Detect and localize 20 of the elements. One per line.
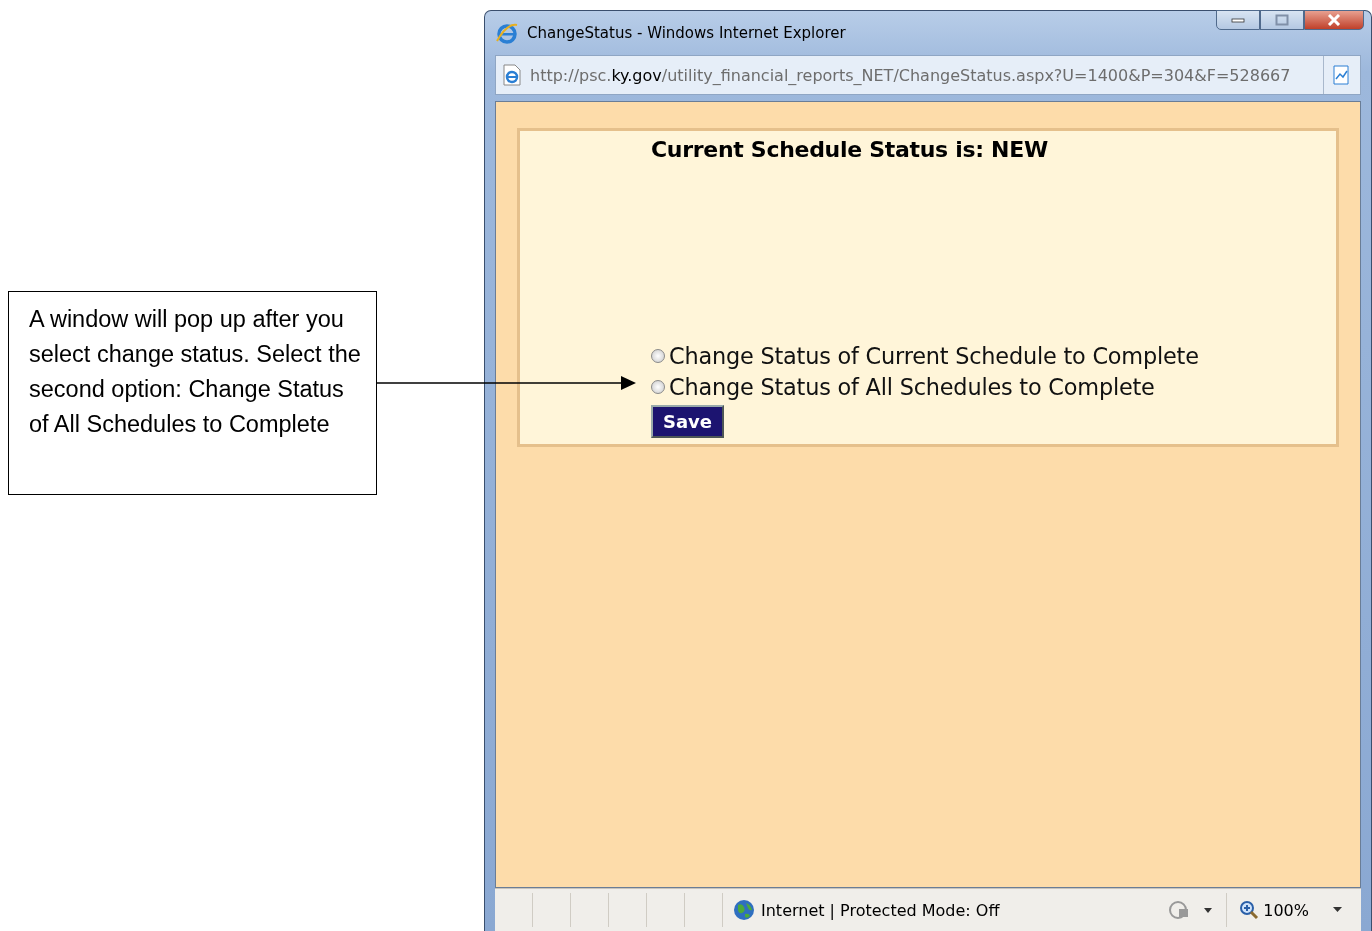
zoom-level[interactable]: 100%	[1263, 900, 1309, 920]
window-title: ChangeStatus - Windows Internet Explorer	[527, 24, 846, 42]
callout-text: A window will pop up after you select change status. Select the second option: Change Status of All Schedules to Complete	[8, 291, 377, 495]
browser-icon	[495, 21, 519, 45]
status-heading: Current Schedule Status is: NEW	[651, 137, 1049, 162]
maximize-icon[interactable]	[1275, 14, 1289, 26]
close-button[interactable]	[1304, 10, 1364, 30]
radio-button[interactable]	[651, 379, 665, 394]
minimize-icon[interactable]	[1231, 17, 1245, 23]
globe-icon	[733, 899, 755, 921]
minimize-button[interactable]	[1216, 10, 1260, 30]
close-icon[interactable]	[1327, 14, 1341, 26]
option-label[interactable]: Change Status of Current Schedule to Complete	[669, 342, 1199, 369]
zoom-icon[interactable]	[1239, 900, 1260, 920]
option-label[interactable]: Change Status of All Schedules to Complete	[669, 373, 1155, 400]
maximize-button[interactable]	[1260, 10, 1304, 30]
radio-button[interactable]	[651, 348, 665, 363]
page-icon	[502, 64, 522, 86]
save-button[interactable]: Save	[651, 405, 725, 438]
zone-text: Internet | Protected Mode: Off	[761, 900, 1000, 920]
